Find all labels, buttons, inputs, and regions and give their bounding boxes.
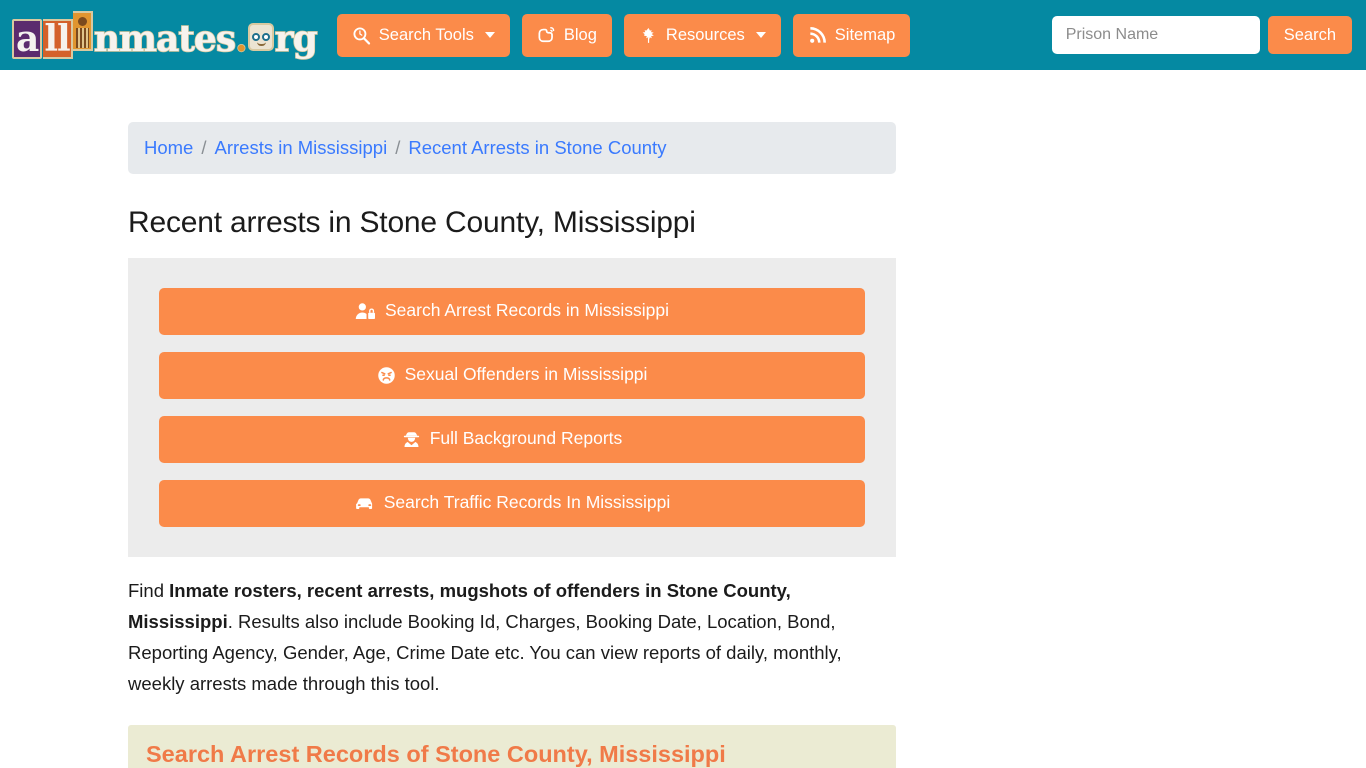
site-header: a ll nmates. rg Search Tools Blog Resour…	[0, 0, 1366, 70]
breadcrumb-item-home[interactable]: Home	[144, 137, 193, 159]
lead-suffix: . Results also include Booking Id, Charg…	[128, 610, 842, 694]
prisoner-icon	[72, 11, 93, 51]
breadcrumb-item-arrests-in-mississippi[interactable]: Arrests in Mississippi	[215, 137, 388, 159]
page-title: Recent arrests in Stone County, Mississi…	[128, 206, 696, 239]
lead-paragraph: Find Inmate rosters, recent arrests, mug…	[128, 575, 870, 699]
logo-dot: .	[234, 18, 248, 60]
nav-item-label: Blog	[563, 25, 597, 44]
logo-letter-a: a	[12, 19, 43, 59]
lead-prefix: Find	[128, 579, 170, 601]
nav-item-resources[interactable]: Resources	[623, 13, 781, 57]
breadcrumb: Home / Arrests in Mississippi / Recent A…	[128, 122, 896, 174]
search-records-section-header: Search Arrest Records of Stone County, M…	[128, 724, 896, 768]
action-button-label: Search Traffic Records In Mississippi	[383, 492, 671, 513]
section-heading: Search Arrest Records of Stone County, M…	[146, 740, 726, 767]
nav-item-label: Resources	[665, 25, 745, 44]
main-navigation: Search Tools Blog Resources Sitemap	[336, 13, 911, 57]
site-logo[interactable]: a ll nmates. rg	[12, 11, 319, 60]
breadcrumb-item-recent-arrests-in-stone-county[interactable]: Recent Arrests in Stone County	[408, 137, 666, 159]
header-search-form: Search	[1051, 16, 1352, 54]
nav-item-sitemap[interactable]: Sitemap	[792, 13, 911, 57]
action-button-label: Sexual Offenders in Mississippi	[404, 364, 648, 385]
user-secret-icon	[402, 430, 421, 449]
logo-letters-rg: rg	[274, 18, 319, 60]
leaf-icon	[639, 26, 658, 45]
logo-wordmark: a ll nmates. rg	[12, 11, 319, 60]
full-background-reports-button[interactable]: Full Background Reports	[159, 415, 865, 463]
header-search-button[interactable]: Search	[1267, 16, 1352, 54]
breadcrumb-separator: /	[395, 137, 401, 158]
sexual-offenders-button[interactable]: Sexual Offenders in Mississippi	[159, 351, 865, 399]
car-icon	[354, 494, 375, 513]
search-traffic-records-button[interactable]: Search Traffic Records In Mississippi	[159, 479, 865, 527]
action-button-label: Full Background Reports	[429, 428, 623, 449]
logo-letters-ll: ll	[43, 19, 73, 59]
action-button-label: Search Arrest Records in Mississippi	[385, 300, 669, 321]
face-icon	[247, 23, 274, 51]
nav-item-blog[interactable]: Blog	[521, 13, 612, 57]
nav-item-label: Search Tools	[378, 25, 474, 44]
search-arrest-records-button[interactable]: Search Arrest Records in Mississippi	[159, 287, 865, 335]
user-lock-icon	[355, 302, 376, 321]
angry-face-icon	[377, 366, 396, 385]
rss-icon	[808, 26, 827, 45]
content-container: Home / Arrests in Mississippi / Recent A…	[128, 122, 896, 768]
nav-item-search-tools[interactable]: Search Tools	[336, 13, 510, 57]
logo-letters-nmates: nmates	[93, 18, 237, 60]
chevron-down-icon	[755, 32, 766, 38]
search-icon	[352, 26, 371, 45]
page-body: Home / Arrests in Mississippi / Recent A…	[0, 122, 1366, 768]
prison-name-search-input[interactable]	[1051, 16, 1260, 54]
action-buttons-panel: Search Arrest Records in Mississippi Sex…	[128, 257, 896, 557]
breadcrumb-separator: /	[201, 137, 207, 158]
nav-item-label: Sitemap	[834, 25, 896, 44]
blogger-icon	[537, 26, 556, 45]
chevron-down-icon	[484, 32, 495, 38]
